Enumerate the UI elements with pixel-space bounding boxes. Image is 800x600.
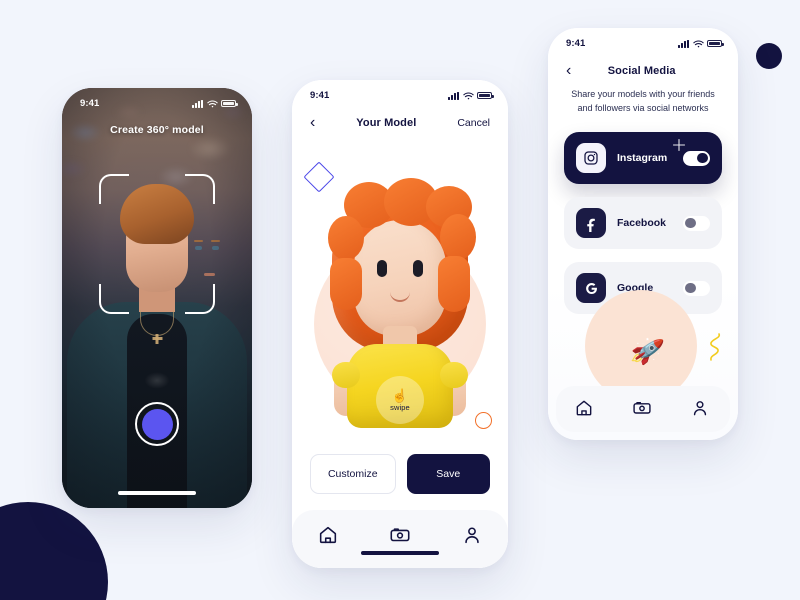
instagram-toggle[interactable]	[683, 150, 710, 166]
google-icon	[576, 273, 606, 303]
status-time: 9:41	[310, 90, 330, 101]
phone-screen-your-model: 9:41 ‹ Your Model Cancel ☝ swipe Customi…	[292, 80, 508, 568]
decorative-dot-top-right	[756, 43, 782, 69]
avatar-hair-lump	[330, 258, 362, 310]
status-icons	[678, 39, 724, 48]
signal-icon	[192, 99, 203, 108]
avatar-hair-lump	[438, 256, 470, 312]
avatar-face	[354, 220, 446, 336]
list-item-label: Instagram	[617, 152, 668, 164]
social-media-screen: 9:41 ‹ Social Media Share your models wi…	[548, 28, 738, 440]
facebook-icon	[576, 208, 606, 238]
subject-pendant	[152, 334, 162, 344]
screenshot-canvas: 9:41 Create 360° model 9:41 ‹ Your Model…	[0, 0, 800, 600]
tab-profile-icon[interactable]	[461, 524, 483, 546]
avatar-hair-lump	[328, 216, 364, 260]
wifi-icon	[692, 39, 704, 48]
tab-camera-icon[interactable]	[632, 398, 654, 420]
phone-screen-social-media: 9:41 ‹ Social Media Share your models wi…	[548, 28, 738, 440]
battery-icon	[707, 39, 724, 48]
avatar-preview[interactable]: ☝ swipe	[292, 176, 508, 428]
tab-home-icon[interactable]	[317, 524, 339, 546]
page-subtitle: Share your models with your friends and …	[566, 88, 720, 116]
status-time: 9:41	[80, 98, 100, 109]
home-indicator	[361, 551, 439, 555]
back-icon[interactable]: ‹	[566, 63, 571, 79]
signal-icon	[448, 91, 459, 100]
list-item-instagram[interactable]: Instagram	[564, 132, 722, 184]
avatar-sleeve-left	[332, 362, 360, 388]
hand-pointer-icon: ☝	[391, 387, 409, 403]
status-icons	[192, 99, 238, 108]
camera-title: Create 360° model	[110, 124, 204, 136]
wifi-icon	[206, 99, 218, 108]
scan-corner-bottom-left	[99, 284, 129, 314]
back-icon[interactable]: ‹	[310, 115, 315, 131]
instagram-icon	[576, 143, 606, 173]
squiggle-icon	[706, 332, 724, 368]
avatar-eye-right	[413, 260, 423, 277]
status-bar: 9:41	[292, 80, 508, 103]
google-toggle[interactable]	[683, 280, 710, 296]
signal-icon	[678, 39, 689, 48]
list-item-facebook[interactable]: Facebook	[564, 197, 722, 249]
swipe-hint-badge[interactable]: ☝ swipe	[376, 376, 424, 424]
list-item-label: Facebook	[617, 217, 667, 229]
navigation-bar: ‹ Social Media	[548, 51, 738, 79]
shutter-button[interactable]	[135, 402, 179, 446]
navigation-bar: ‹ Your Model Cancel	[292, 103, 508, 131]
home-indicator	[118, 491, 196, 495]
scan-corner-bottom-right	[185, 284, 215, 314]
tab-bar	[556, 386, 730, 432]
status-time: 9:41	[566, 38, 586, 49]
avatar-hair-lump	[440, 214, 476, 260]
swipe-hint-label: swipe	[390, 402, 410, 412]
rocket-illustration: 🚀	[548, 290, 738, 402]
status-bar: 9:41	[62, 88, 252, 111]
status-bar: 9:41	[548, 28, 738, 51]
your-model-screen: 9:41 ‹ Your Model Cancel ☝ swipe Customi…	[292, 80, 508, 568]
wifi-icon	[462, 91, 474, 100]
tab-camera-icon[interactable]	[389, 524, 411, 546]
battery-icon	[221, 99, 238, 108]
battery-icon	[477, 91, 494, 100]
phone-screen-camera: 9:41 Create 360° model	[62, 88, 252, 508]
action-buttons: Customize Save	[310, 454, 490, 494]
tab-profile-icon[interactable]	[690, 398, 712, 420]
rocket-icon: 🚀	[628, 333, 666, 369]
sparkle-icon	[672, 138, 686, 152]
save-button[interactable]: Save	[406, 454, 490, 494]
scan-corner-top-right	[185, 174, 215, 204]
cancel-button[interactable]: Cancel	[457, 117, 490, 129]
page-title: Your Model	[356, 117, 417, 129]
subtitle-line-2: and followers via social networks	[577, 102, 709, 113]
scan-corner-top-left	[99, 174, 129, 204]
face-scan-frame	[99, 174, 215, 314]
facebook-toggle[interactable]	[683, 215, 710, 231]
tab-home-icon[interactable]	[574, 398, 596, 420]
camera-screen: 9:41 Create 360° model	[62, 88, 252, 508]
customize-button[interactable]: Customize	[310, 454, 396, 494]
tab-bar	[292, 510, 508, 568]
subtitle-line-1: Share your models with your friends	[571, 89, 715, 99]
page-title: Social Media	[607, 65, 676, 77]
status-icons	[448, 91, 494, 100]
avatar-sleeve-right	[440, 362, 468, 388]
avatar-eye-left	[377, 260, 387, 277]
decorative-blob-bottom-left	[0, 502, 108, 600]
